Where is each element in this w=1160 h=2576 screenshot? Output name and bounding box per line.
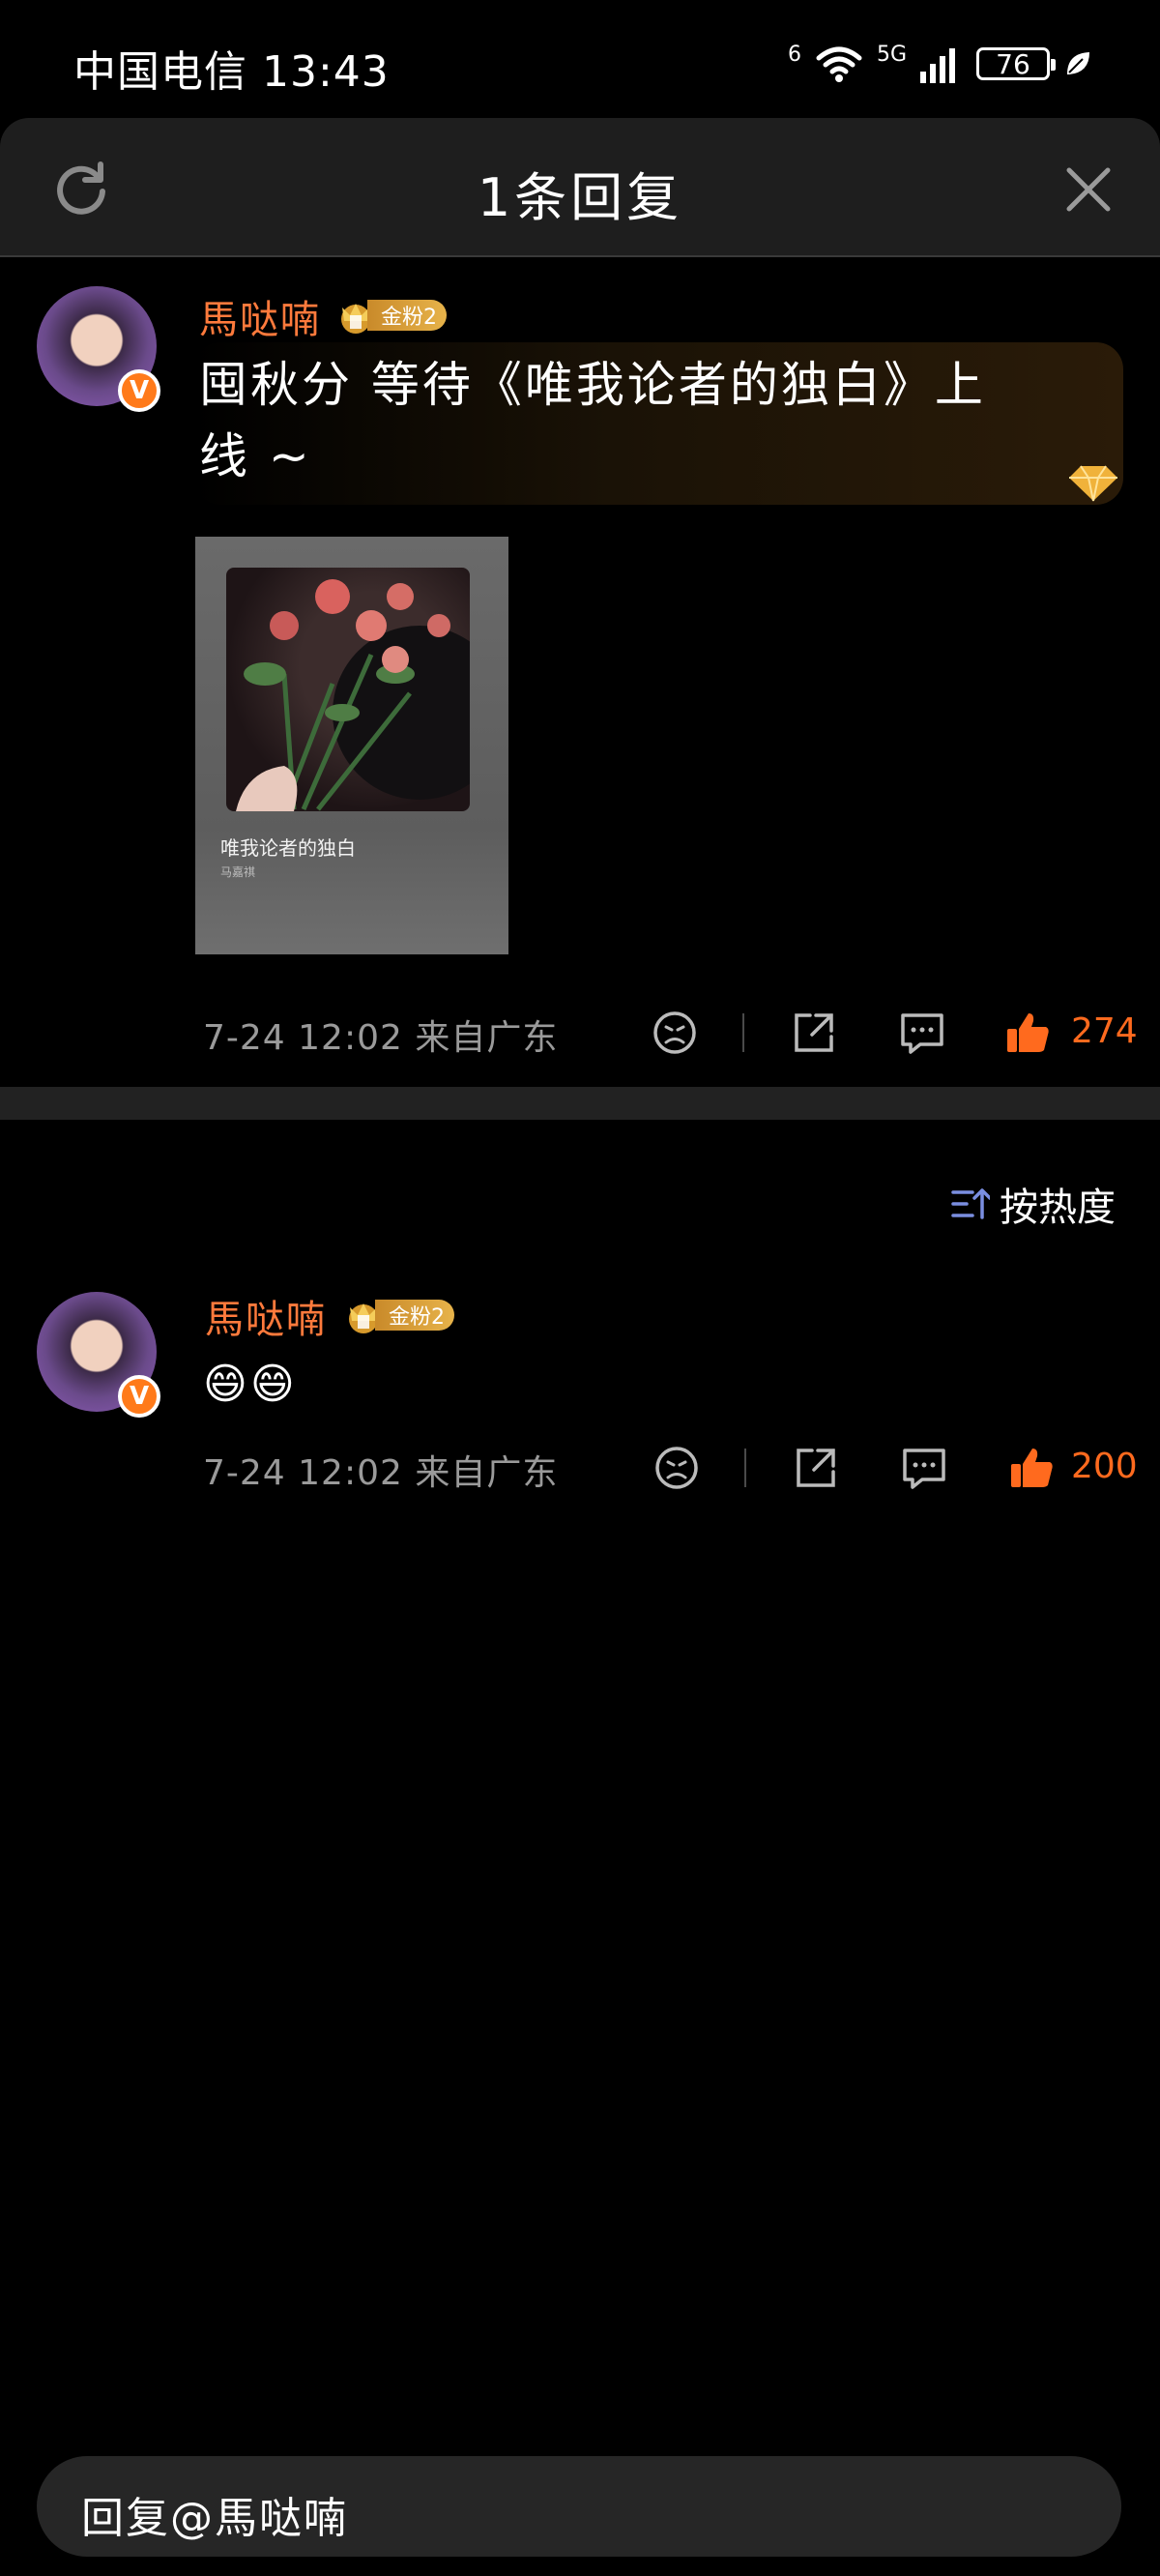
like-count: 274	[1071, 1011, 1138, 1051]
avatar[interactable]: V	[37, 286, 160, 412]
leaf-icon	[1067, 52, 1089, 74]
section-divider	[0, 1087, 1160, 1120]
wifi-icon	[816, 46, 862, 82]
wifi-label: 6	[787, 42, 801, 67]
comment-icon[interactable]	[895, 1006, 949, 1060]
username[interactable]: 馬哒喃	[199, 288, 321, 344]
like-icon[interactable]	[1005, 1441, 1059, 1495]
network-label: 5G	[876, 42, 907, 67]
song-title: 唯我论者的独白	[220, 836, 356, 860]
close-icon[interactable]	[1059, 161, 1117, 219]
rose-bouquet-image	[236, 579, 470, 811]
action-divider	[742, 1013, 744, 1052]
action-divider	[744, 1449, 746, 1487]
status-icons: 6 5G 76	[787, 42, 1092, 83]
status-bar: 中国电信 13:43 6 5G 76	[0, 0, 1160, 116]
share-icon[interactable]	[787, 1006, 841, 1060]
dislike-face-icon[interactable]	[648, 1006, 702, 1060]
signal-icon	[920, 48, 955, 83]
sort-by-hot-button[interactable]: 按热度	[951, 1176, 1116, 1232]
username[interactable]: 馬哒喃	[205, 1288, 327, 1344]
comment-meta: 7-24 12:02 来自广东	[203, 1018, 559, 1058]
avatar[interactable]: V	[37, 1292, 160, 1418]
comment-actions: 200	[648, 1441, 1138, 1499]
carrier-time: 中国电信 13:43	[73, 47, 390, 97]
like-count: 200	[1071, 1447, 1138, 1486]
verified-icon: V	[118, 369, 160, 412]
comment-meta: 7-24 12:02 来自广东	[203, 1453, 559, 1493]
comment-text-line2: 线 ~	[199, 428, 312, 484]
gem-icon	[1069, 465, 1117, 502]
fan-badge[interactable]: 金粉2	[334, 298, 447, 334]
comment-actions: 274	[648, 1006, 1138, 1064]
fan-badge-label: 金粉2	[375, 1300, 454, 1331]
dislike-face-icon[interactable]	[650, 1441, 704, 1495]
battery-indicator: 76	[976, 47, 1056, 80]
reply-input[interactable]: 回复@馬哒喃	[37, 2456, 1121, 2557]
reply-input-placeholder: 回复@馬哒喃	[81, 2494, 348, 2543]
page-title: 1条回复	[477, 167, 683, 228]
reply-sheet-header: 1条回复	[0, 118, 1160, 257]
fan-badge[interactable]: 金粉2	[342, 1298, 454, 1333]
comment-icon[interactable]	[897, 1441, 951, 1495]
comment-text-line1: 囤秋分 等待《唯我论者的独白》上	[199, 357, 986, 413]
song-artist: 马嘉祺	[220, 865, 256, 879]
sort-label: 按热度	[1000, 1186, 1116, 1230]
verified-icon: V	[118, 1375, 160, 1418]
share-icon[interactable]	[789, 1441, 843, 1495]
music-card[interactable]: 唯我论者的独白 马嘉祺	[195, 537, 508, 954]
fan-badge-label: 金粉2	[367, 300, 447, 331]
album-cover-image	[226, 568, 470, 811]
comment-emoji: 😄😄	[203, 1360, 298, 1409]
like-icon[interactable]	[1001, 1006, 1056, 1060]
sort-icon	[951, 1188, 990, 1219]
